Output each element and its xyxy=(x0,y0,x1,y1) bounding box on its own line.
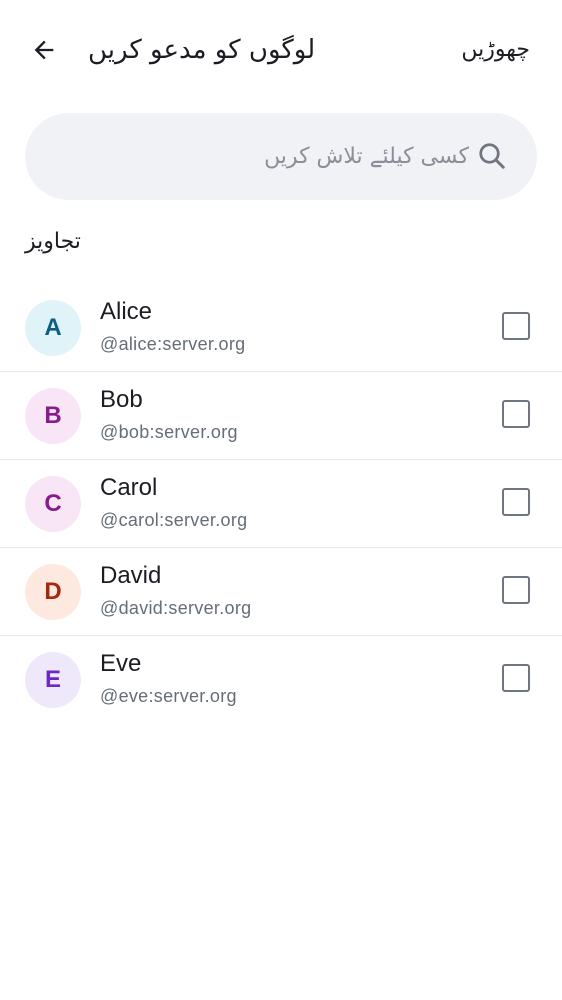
suggestions-list: A Alice @alice:server.org B Bob @bob:ser… xyxy=(0,284,562,724)
skip-button[interactable]: چھوڑیں xyxy=(461,30,530,70)
user-handle: @bob:server.org xyxy=(100,422,238,442)
invite-people-screen: لوگوں کو مدعو کریں چھوڑیں تجاویز A Alice… xyxy=(0,0,562,1000)
back-button[interactable] xyxy=(22,28,66,72)
avatar: E xyxy=(25,652,81,708)
suggestions-header: تجاویز xyxy=(25,229,81,254)
list-item[interactable]: D David @david:server.org xyxy=(0,548,562,636)
avatar: D xyxy=(25,564,81,620)
user-handle: @eve:server.org xyxy=(100,686,237,706)
select-checkbox[interactable] xyxy=(502,488,530,516)
user-handle: @david:server.org xyxy=(100,598,252,618)
list-item[interactable]: B Bob @bob:server.org xyxy=(0,372,562,460)
user-name: Carol xyxy=(100,474,158,501)
avatar: B xyxy=(25,388,81,444)
search-icon xyxy=(479,143,505,169)
user-name: Bob xyxy=(100,386,143,413)
user-name: David xyxy=(100,562,162,589)
list-item[interactable]: A Alice @alice:server.org xyxy=(0,284,562,372)
list-item[interactable]: C Carol @carol:server.org xyxy=(0,460,562,548)
user-name: Alice xyxy=(100,298,153,325)
select-checkbox[interactable] xyxy=(502,312,530,340)
top-app-bar: لوگوں کو مدعو کریں چھوڑیں xyxy=(0,0,562,100)
avatar: A xyxy=(25,300,81,356)
list-item[interactable]: E Eve @eve:server.org xyxy=(0,636,562,724)
select-checkbox[interactable] xyxy=(502,664,530,692)
avatar: C xyxy=(25,476,81,532)
user-handle: @carol:server.org xyxy=(100,510,248,530)
arrow-left-icon xyxy=(34,40,54,60)
search-input[interactable] xyxy=(49,113,469,200)
select-checkbox[interactable] xyxy=(502,576,530,604)
user-name: Eve xyxy=(100,650,142,677)
search-bar[interactable] xyxy=(25,113,537,200)
user-handle: @alice:server.org xyxy=(100,334,246,354)
page-title: لوگوں کو مدعو کریں xyxy=(88,35,316,65)
select-checkbox[interactable] xyxy=(502,400,530,428)
